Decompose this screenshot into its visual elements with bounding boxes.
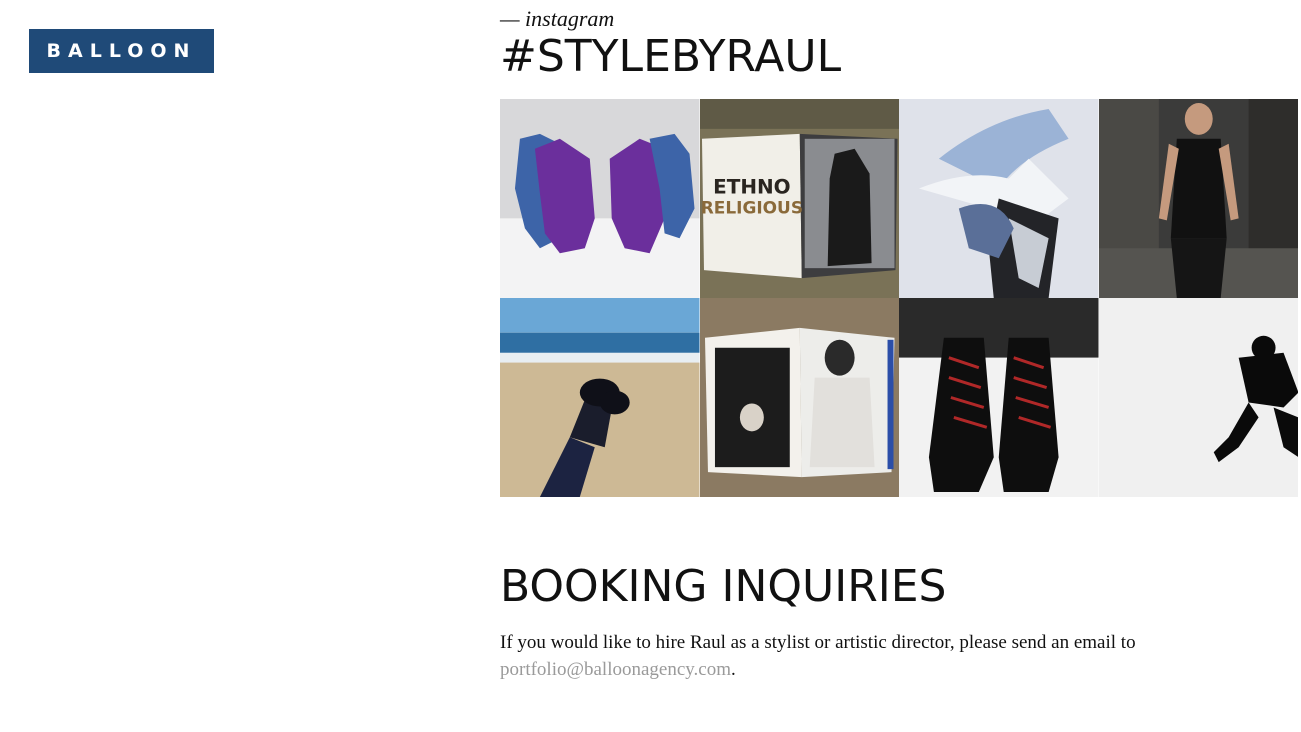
ethno-religious-magazine-photo-icon: ETHNO RELIGIOUS: [699, 99, 899, 298]
booking-inquiries-text: If you would like to hire Raul as a styl…: [500, 629, 1220, 683]
purple-gloves-photo-icon: [500, 99, 700, 298]
booking-email-link[interactable]: portfolio@balloonagency.com: [500, 659, 731, 680]
instagram-hashtag-title: #STYLEBYRAUL: [500, 31, 842, 82]
booking-trailing-period: .: [731, 659, 736, 680]
instagram-photo-magazine[interactable]: ETHNO RELIGIOUS: [699, 99, 899, 298]
instagram-photo-runner[interactable]: [1098, 298, 1298, 497]
instagram-photo-runway[interactable]: [1098, 99, 1298, 298]
running-silhouette-photo-icon: [1098, 298, 1298, 497]
instagram-photo-boots[interactable]: [899, 298, 1099, 497]
magazine-spread-photo-icon: [699, 298, 899, 497]
instagram-photo-gloves[interactable]: [500, 99, 700, 298]
abstract-fashion-sculpture-photo-icon: [899, 99, 1099, 298]
instagram-photo-sculpture[interactable]: [899, 99, 1099, 298]
beach-boots-photo-icon: [500, 298, 700, 497]
booking-inquiries-title: BOOKING INQUIRIES: [500, 561, 947, 612]
instagram-photo-beach[interactable]: [500, 298, 700, 497]
magazine-text-line1: ETHNO: [713, 176, 791, 199]
black-boots-red-laces-photo-icon: [899, 298, 1099, 497]
booking-body: If you would like to hire Raul as a styl…: [500, 632, 1136, 653]
instagram-photo-grid: ETHNO RELIGIOUS: [500, 99, 1298, 497]
runway-model-photo-icon: [1098, 99, 1298, 298]
instagram-photo-spread[interactable]: [699, 298, 899, 497]
instagram-kicker: — instagram: [500, 6, 615, 31]
balloon-logo[interactable]: BALLOON: [29, 29, 214, 73]
magazine-text-line2: RELIGIOUS: [700, 197, 802, 217]
